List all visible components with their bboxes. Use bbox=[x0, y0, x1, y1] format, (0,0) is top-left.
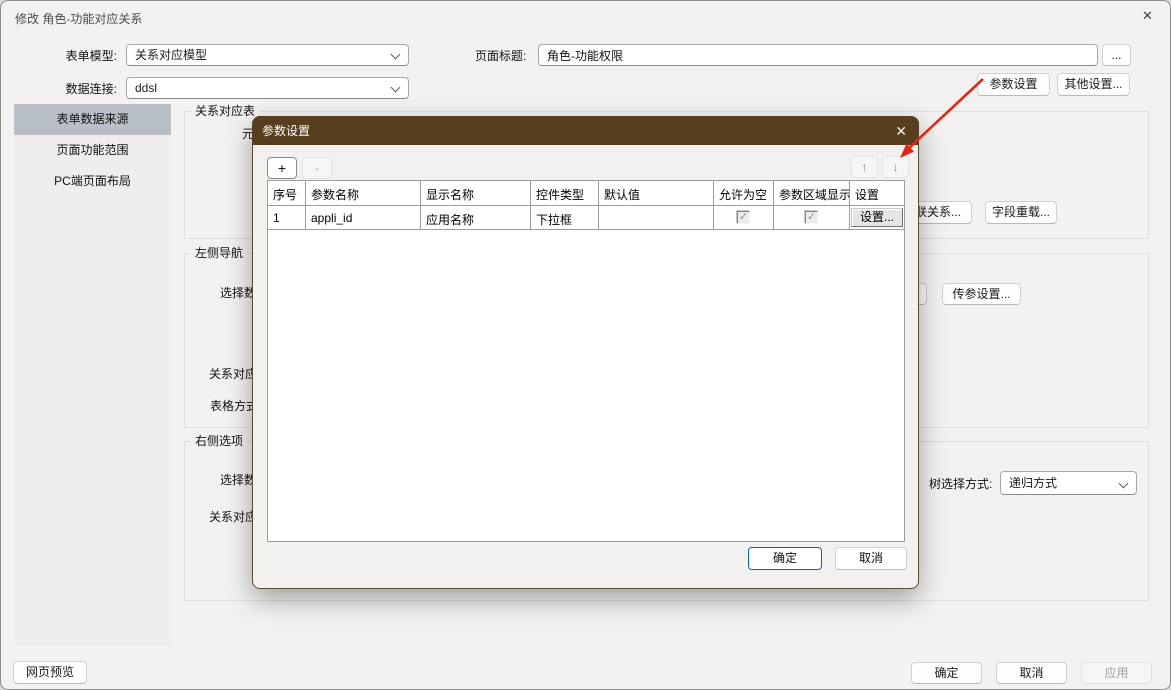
header-seq: 序号 bbox=[268, 181, 306, 205]
parameter-table: 序号 参数名称 显示名称 控件类型 默认值 允许为空 参数区域显示 设置 1 a… bbox=[267, 180, 905, 542]
param-settings-button[interactable]: 参数设置 bbox=[977, 73, 1050, 96]
row-settings-button[interactable]: 设置... bbox=[851, 208, 903, 227]
header-display-name: 显示名称 bbox=[421, 181, 531, 205]
tree-select-mode-label: 树选择方式: bbox=[929, 477, 992, 491]
header-settings: 设置 bbox=[850, 181, 904, 205]
table-header-row: 序号 参数名称 显示名称 控件类型 默认值 允许为空 参数区域显示 设置 bbox=[268, 181, 904, 206]
cell-allow-empty: ✓ bbox=[714, 206, 774, 229]
page-title-more-button[interactable]: ... bbox=[1102, 44, 1131, 66]
param-area-display-checkbox[interactable]: ✓ bbox=[805, 211, 818, 224]
chevron-down-icon bbox=[391, 83, 401, 93]
cell-control-type: 下拉框 bbox=[531, 206, 599, 229]
select-data-label: 选择数 bbox=[220, 286, 256, 300]
allow-empty-checkbox[interactable]: ✓ bbox=[737, 211, 750, 224]
header-param-area-display: 参数区域显示 bbox=[774, 181, 850, 205]
cell-seq: 1 bbox=[268, 206, 306, 229]
move-down-button[interactable]: ↓ bbox=[882, 156, 909, 178]
page-title-label: 页面标题: bbox=[475, 49, 526, 63]
group-left-nav-title: 左侧导航 bbox=[191, 246, 247, 261]
header-control-type: 控件类型 bbox=[531, 181, 599, 205]
add-row-button[interactable]: + bbox=[267, 157, 297, 179]
tree-select-mode-select[interactable]: 递归方式 bbox=[1000, 471, 1137, 495]
chevron-down-icon bbox=[391, 50, 401, 60]
group-relation-table-title: 关系对应表 bbox=[191, 104, 259, 119]
app-window: 修改 角色-功能对应关系 ✕ 表单模型: 关系对应模型 页面标题: ... 数据… bbox=[0, 0, 1171, 690]
ok-button[interactable]: 确定 bbox=[911, 662, 982, 684]
dialog-ok-button[interactable]: 确定 bbox=[748, 547, 822, 570]
dialog-cancel-button[interactable]: 取消 bbox=[835, 547, 907, 570]
window-close-icon[interactable]: ✕ bbox=[1125, 1, 1170, 31]
header-param-name: 参数名称 bbox=[306, 181, 421, 205]
data-connection-value: ddsl bbox=[135, 81, 157, 95]
cancel-button[interactable]: 取消 bbox=[996, 662, 1067, 684]
tree-select-mode-value: 递归方式 bbox=[1009, 476, 1057, 490]
form-model-value: 关系对应模型 bbox=[135, 48, 207, 62]
table-row: 1 appli_id 应用名称 下拉框 ✓ ✓ 设置... bbox=[268, 206, 904, 230]
header-default-value: 默认值 bbox=[599, 181, 714, 205]
window-title: 修改 角色-功能对应关系 bbox=[15, 10, 142, 27]
other-settings-button[interactable]: 其他设置... bbox=[1057, 73, 1130, 96]
relation-label: 关系对应 bbox=[209, 510, 257, 524]
header-allow-empty: 允许为空 bbox=[714, 181, 774, 205]
cell-display-name: 应用名称 bbox=[421, 206, 531, 229]
sidebar-item-pc-page-layout[interactable]: PC端页面布局 bbox=[14, 166, 171, 197]
sidebar-item-form-data-source[interactable]: 表单数据来源 bbox=[14, 104, 171, 135]
table-mode-label: 表格方式 bbox=[210, 399, 258, 413]
dialog-title: 参数设置 bbox=[262, 122, 310, 139]
param-pass-button[interactable]: 传参设置... bbox=[942, 283, 1021, 305]
data-connection-label: 数据连接: bbox=[66, 82, 117, 96]
chevron-down-icon bbox=[1119, 479, 1129, 489]
dialog-close-icon[interactable]: ✕ bbox=[895, 124, 907, 138]
cell-param-area-display: ✓ bbox=[774, 206, 850, 229]
move-up-button[interactable]: ↑ bbox=[851, 156, 878, 178]
relation-label: 关系对应 bbox=[209, 367, 257, 381]
form-model-select[interactable]: 关系对应模型 bbox=[126, 44, 409, 66]
param-settings-dialog: 参数设置 ✕ + - ↑ ↓ 序号 参数名称 显示名称 控件类型 默认值 允许为… bbox=[252, 116, 919, 589]
cell-param-name: appli_id bbox=[306, 206, 421, 229]
data-connection-select[interactable]: ddsl bbox=[126, 77, 409, 99]
group-right-options-title: 右侧选项 bbox=[191, 434, 247, 449]
sidebar-item-page-function-scope[interactable]: 页面功能范围 bbox=[14, 135, 171, 166]
remove-row-button[interactable]: - bbox=[302, 157, 332, 179]
web-preview-button[interactable]: 网页预览 bbox=[13, 661, 87, 684]
sidebar: 表单数据来源 页面功能范围 PC端页面布局 bbox=[14, 104, 171, 646]
dialog-titlebar: 参数设置 ✕ bbox=[252, 116, 919, 145]
form-model-label: 表单模型: bbox=[66, 49, 117, 63]
page-title-input[interactable] bbox=[538, 44, 1098, 66]
apply-button[interactable]: 应用 bbox=[1081, 662, 1152, 684]
window-titlebar: 修改 角色-功能对应关系 ✕ bbox=[1, 1, 1170, 31]
cell-settings: 设置... bbox=[850, 206, 904, 229]
cell-default-value bbox=[599, 206, 714, 229]
field-reload-button[interactable]: 字段重载... bbox=[985, 201, 1057, 224]
select-data-label: 选择数 bbox=[220, 473, 256, 487]
